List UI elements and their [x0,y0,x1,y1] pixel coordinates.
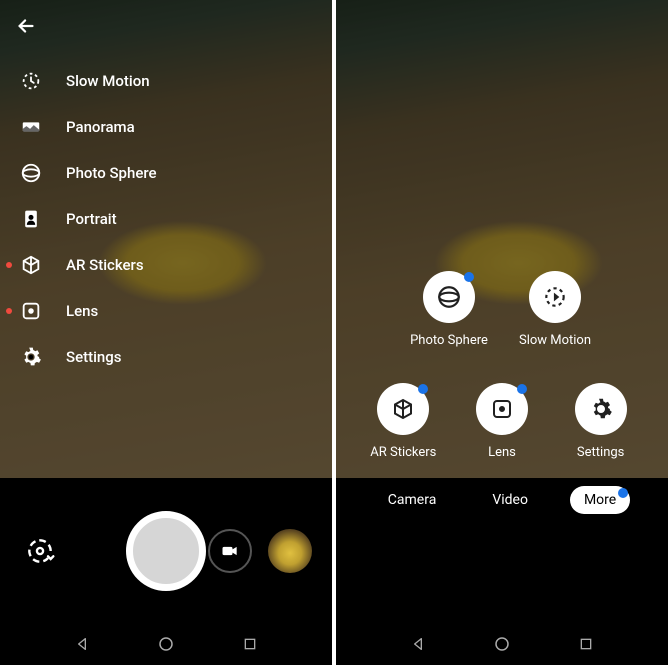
more-item-slow-motion[interactable]: Slow Motion [519,271,591,348]
menu-item-portrait[interactable]: Portrait [0,196,332,242]
gallery-thumbnail[interactable] [268,529,312,573]
mode-tab-video[interactable]: Video [478,486,542,514]
android-navbar [336,623,668,665]
nav-recents-button[interactable] [238,632,262,656]
more-label: Photo Sphere [410,333,488,348]
square-recents-icon [242,636,258,652]
more-item-ar-stickers[interactable]: AR Stickers [370,383,436,460]
more-label: AR Stickers [370,445,436,460]
nav-home-button[interactable] [490,632,514,656]
menu-label: Settings [66,348,122,366]
portrait-icon [18,208,44,230]
switch-camera-button[interactable] [18,529,62,573]
new-indicator-dot [6,308,12,314]
shutter-button[interactable] [126,511,206,591]
circle-home-icon [493,635,511,653]
nav-recents-button[interactable] [574,632,598,656]
more-modes-row1: Photo Sphere Slow Motion [336,271,668,348]
menu-label: Panorama [66,118,135,136]
menu-label: Portrait [66,210,117,228]
back-button[interactable] [8,8,44,44]
switch-camera-icon [24,535,56,567]
new-indicator-dot [418,384,428,394]
mode-selector-bar: Camera Video More [336,480,668,520]
shutter-bar [0,478,332,623]
video-icon [220,541,240,561]
mode-tab-more[interactable]: More [570,486,630,514]
menu-item-panorama[interactable]: Panorama [0,104,332,150]
triangle-back-icon [74,636,90,652]
more-modes-row2: AR Stickers Lens Settings [336,383,668,460]
right-screenshot: Photo Sphere Slow Motion AR Stickers [336,0,668,665]
mode-label: Camera [388,492,437,508]
lens-icon [476,383,528,435]
left-screenshot: Slow Motion Panorama Photo Sphere Portra… [0,0,332,665]
ar-stickers-icon [18,254,44,276]
more-label: Settings [577,445,624,460]
more-item-lens[interactable]: Lens [476,383,528,460]
more-item-settings[interactable]: Settings [575,383,627,460]
settings-icon [575,383,627,435]
photosphere-icon [18,162,44,184]
menu-item-lens[interactable]: Lens [0,288,332,334]
more-label: Lens [488,445,516,460]
mode-tab-camera[interactable]: Camera [374,486,451,514]
circle-home-icon [157,635,175,653]
panorama-icon [18,116,44,138]
video-mode-button[interactable] [208,529,252,573]
menu-item-photo-sphere[interactable]: Photo Sphere [0,150,332,196]
menu-label: Slow Motion [66,72,150,90]
lens-icon [18,300,44,322]
mode-label: Video [492,492,528,508]
arrow-left-icon [15,15,37,37]
square-recents-icon [578,636,594,652]
triangle-back-icon [410,636,426,652]
nav-home-button[interactable] [154,632,178,656]
menu-label: AR Stickers [66,256,144,274]
menu-label: Lens [66,302,98,320]
slow-motion-icon [18,70,44,92]
menu-label: Photo Sphere [66,164,157,182]
mode-label: More [584,492,616,508]
slow-motion-icon [529,271,581,323]
more-item-photo-sphere[interactable]: Photo Sphere [410,271,488,348]
new-indicator-dot [6,262,12,268]
settings-icon [18,346,44,368]
new-indicator-dot [464,272,474,282]
more-label: Slow Motion [519,333,591,348]
new-indicator-dot [618,488,628,498]
menu-item-ar-stickers[interactable]: AR Stickers [0,242,332,288]
menu-item-settings[interactable]: Settings [0,334,332,380]
menu-item-slow-motion[interactable]: Slow Motion [0,58,332,104]
camera-viewfinder: Slow Motion Panorama Photo Sphere Portra… [0,0,332,478]
camera-viewfinder: Photo Sphere Slow Motion AR Stickers [336,0,668,478]
nav-back-button[interactable] [406,632,430,656]
photosphere-icon [423,271,475,323]
new-indicator-dot [517,384,527,394]
android-navbar [0,623,332,665]
modes-menu: Slow Motion Panorama Photo Sphere Portra… [0,58,332,380]
ar-stickers-icon [377,383,429,435]
nav-back-button[interactable] [70,632,94,656]
